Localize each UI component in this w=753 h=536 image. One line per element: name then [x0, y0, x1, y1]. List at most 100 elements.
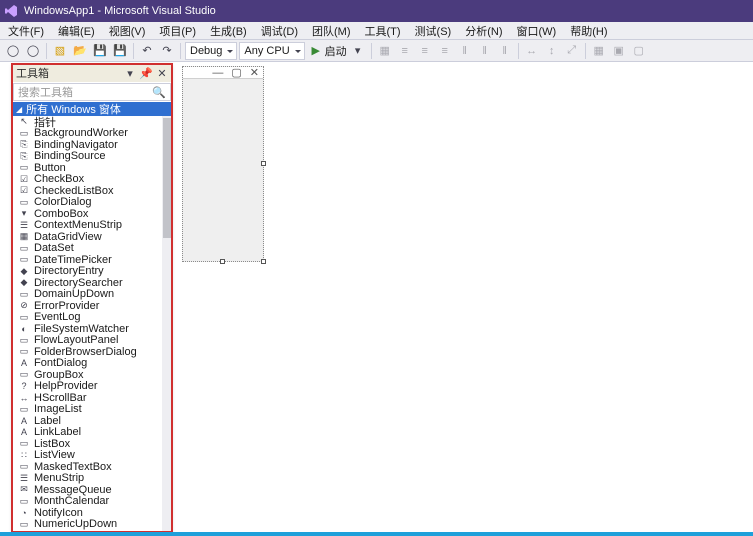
toolbox-item[interactable]: ☰MenuStrip	[12, 473, 172, 485]
toolbox-item[interactable]: ◔NotifyIcon	[12, 507, 172, 519]
control-icon: ▭	[18, 335, 30, 345]
toolbox-search[interactable]: 搜索工具箱 🔍	[13, 83, 171, 101]
toolbox-item[interactable]: ▭ImageList	[12, 404, 172, 416]
designer-form[interactable]: — ▢ ✕	[182, 66, 264, 262]
separator	[585, 43, 586, 59]
config-combo[interactable]: Debug	[185, 42, 237, 60]
resize-handle-bottom[interactable]	[220, 259, 225, 264]
resize-handle-corner[interactable]	[261, 259, 266, 264]
menu-project[interactable]: 项目(P)	[153, 22, 202, 40]
menu-tools[interactable]: 工具(T)	[359, 22, 407, 40]
nav-fwd-icon[interactable]: ◯	[24, 42, 42, 60]
toolbox-item[interactable]: ↔HScrollBar	[12, 392, 172, 404]
toolbox-item[interactable]: ▭Button	[12, 162, 172, 174]
toolbox-item[interactable]: ▭MaskedTextBox	[12, 461, 172, 473]
control-icon: ▭	[18, 289, 30, 299]
redo-icon[interactable]: ↷	[158, 42, 176, 60]
new-project-icon[interactable]: ▧	[51, 42, 69, 60]
toolbox-item[interactable]: ☑CheckedListBox	[12, 185, 172, 197]
menu-view[interactable]: 视图(V)	[103, 22, 152, 40]
menu-file[interactable]: 文件(F)	[2, 22, 50, 40]
toolbox-item[interactable]: ▭FlowLayoutPanel	[12, 335, 172, 347]
toolbox-item[interactable]: ▾ComboBox	[12, 208, 172, 220]
toolbox-item[interactable]: ◆DirectorySearcher	[12, 277, 172, 289]
control-icon: ✉	[18, 485, 30, 495]
form-client-area[interactable]	[183, 79, 263, 261]
toolbox-item[interactable]: ▭DateTimePicker	[12, 254, 172, 266]
toolbox-item-label: ImageList	[34, 403, 82, 415]
send-back-icon: ▢	[630, 42, 648, 60]
control-icon: ⎘	[18, 140, 30, 150]
toolbox-item[interactable]: ▭ColorDialog	[12, 197, 172, 209]
toolbox-item[interactable]: ⎘BindingSource	[12, 151, 172, 163]
toolbox-item-label: NumericUpDown	[34, 518, 117, 530]
toolbox-item[interactable]: ?HelpProvider	[12, 381, 172, 393]
toolbox-item[interactable]: ✉MessageQueue	[12, 484, 172, 496]
window-title: WindowsApp1 - Microsoft Visual Studio	[24, 5, 216, 17]
align-center-icon: ≡	[416, 42, 434, 60]
toolbox-item[interactable]: ◆ DirectoryEntry	[12, 266, 172, 278]
toolbox-item[interactable]: ▭NumericUpDown	[12, 519, 172, 531]
toolbox-item[interactable]: ▭ListBox	[12, 438, 172, 450]
toolbox-item-label: DataSet	[34, 242, 74, 254]
resize-handle-right[interactable]	[261, 161, 266, 166]
toolbox-item[interactable]: ▭BackgroundWorker	[12, 128, 172, 140]
close-icon[interactable]: ✕	[156, 67, 168, 79]
toolbox-item[interactable]: ▭EventLog	[12, 312, 172, 324]
control-icon: ⎘	[18, 151, 30, 161]
platform-combo[interactable]: Any CPU	[239, 42, 304, 60]
menu-analyze[interactable]: 分析(N)	[459, 22, 508, 40]
toolbox-header: 工具箱 ▾ 📌 ✕	[12, 64, 172, 82]
control-icon: ▭	[18, 347, 30, 357]
config-value: Debug	[190, 45, 222, 57]
open-file-icon[interactable]: 📂	[71, 42, 89, 60]
toolbox-item-label: GroupBox	[34, 369, 84, 381]
menu-test[interactable]: 测试(S)	[409, 22, 458, 40]
toolbox-item-label: MonthCalendar	[34, 495, 109, 507]
toolbox-item-label: CheckBox	[34, 173, 84, 185]
form-min-icon[interactable]: —	[212, 67, 223, 79]
menu-debug[interactable]: 调试(D)	[255, 22, 304, 40]
toolbox-item[interactable]: ↖指针	[12, 116, 172, 128]
toolbox-item[interactable]: ∷ListView	[12, 450, 172, 462]
control-icon: ☑	[18, 186, 30, 196]
menu-build[interactable]: 生成(B)	[204, 22, 253, 40]
menu-help[interactable]: 帮助(H)	[564, 22, 613, 40]
panel-dropdown-icon[interactable]: ▾	[124, 67, 136, 79]
control-icon: ◐	[18, 324, 30, 334]
control-icon: ▭	[18, 462, 30, 472]
toolbox-item[interactable]: ⊘ErrorProvider	[12, 300, 172, 312]
run-icon[interactable]: ▶	[307, 42, 325, 60]
toolbox-item[interactable]: ☑CheckBox	[12, 174, 172, 186]
menu-edit[interactable]: 编辑(E)	[52, 22, 101, 40]
toolbox-item[interactable]: ▭MonthCalendar	[12, 496, 172, 508]
save-all-icon[interactable]: 💾	[111, 42, 129, 60]
toolbox-item-label: HelpProvider	[34, 380, 98, 392]
toolbox-item[interactable]: ▭DomainUpDown	[12, 289, 172, 301]
toolbox-item[interactable]: AFontDialog	[12, 358, 172, 370]
toolbox-item[interactable]: ▦DataGridView	[12, 231, 172, 243]
toolbox-group-header[interactable]: ◢ 所有 Windows 窗体	[12, 102, 172, 116]
save-icon[interactable]: 💾	[91, 42, 109, 60]
control-icon: ∷	[18, 450, 30, 460]
toolbox-item[interactable]: ALinkLabel	[12, 427, 172, 439]
toolbox-item-label: DirectoryEntry	[34, 265, 104, 277]
toolbox-item[interactable]: ▭FolderBrowserDialog	[12, 346, 172, 358]
toolbox-item[interactable]: ▭DataSet	[12, 243, 172, 255]
toolbox-item[interactable]: ⎘BindingNavigator	[12, 139, 172, 151]
toolbox-item[interactable]: ◐FileSystemWatcher	[12, 323, 172, 335]
form-close-icon[interactable]: ✕	[250, 66, 259, 79]
run-label[interactable]: 启动	[325, 43, 347, 59]
toolbox-item[interactable]: ☰ContextMenuStrip	[12, 220, 172, 232]
menu-team[interactable]: 团队(M)	[306, 22, 357, 40]
toolbox-item[interactable]: ▭GroupBox	[12, 369, 172, 381]
run-dropdown-icon[interactable]: ▾	[349, 42, 367, 60]
form-max-icon[interactable]: ▢	[231, 66, 241, 79]
toolbox-item[interactable]: ALabel	[12, 415, 172, 427]
pin-icon[interactable]: 📌	[140, 67, 152, 79]
control-icon: ◆	[18, 266, 30, 276]
menu-window[interactable]: 窗口(W)	[511, 22, 563, 40]
toolbox-item-label: DirectorySearcher	[34, 277, 123, 289]
nav-back-icon[interactable]: ◯	[4, 42, 22, 60]
undo-icon[interactable]: ↶	[138, 42, 156, 60]
